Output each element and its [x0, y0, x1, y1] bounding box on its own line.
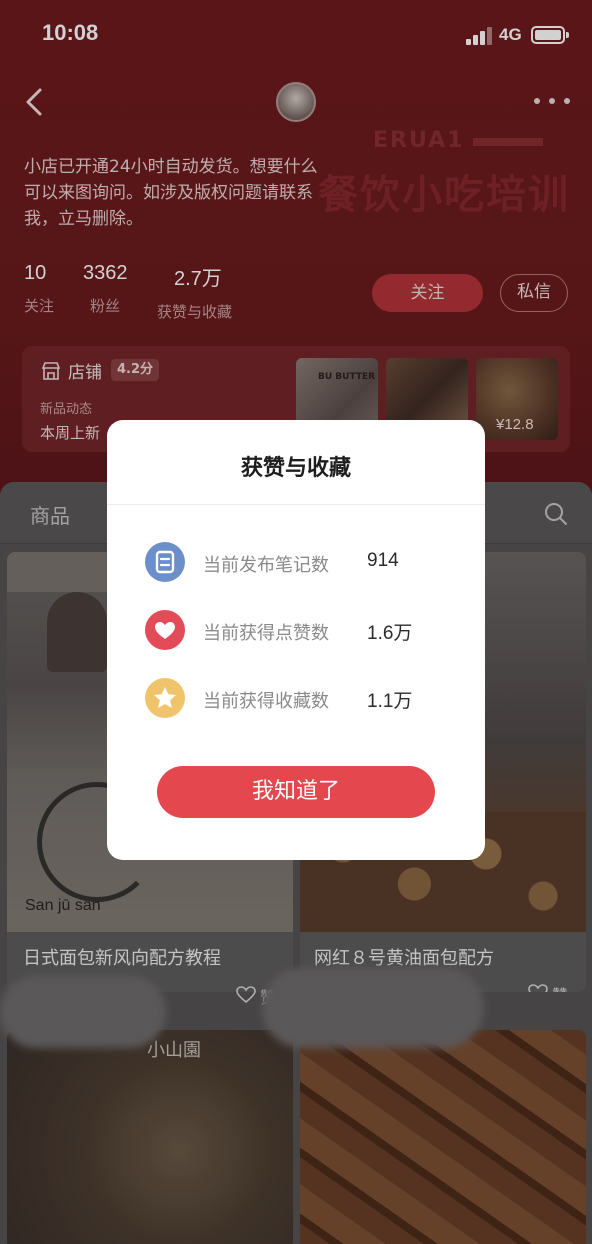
- stat-row-collects: 当前获得收藏数 1.1万: [145, 678, 465, 718]
- stat-row-value: 1.6万: [367, 623, 413, 644]
- stat-row-label: 当前获得点赞数: [203, 623, 329, 644]
- stat-row-value: 1.1万: [367, 691, 413, 712]
- stat-row-label: 当前获得收藏数: [203, 691, 329, 712]
- stat-row-label: 当前发布笔记数: [203, 555, 329, 576]
- likes-collects-dialog: 获赞与收藏 当前发布笔记数 914 当前获得点赞数 1.6万 当前获得收藏数 1…: [107, 420, 485, 860]
- stat-row-value: 914: [367, 550, 399, 571]
- dialog-title: 获赞与收藏: [240, 456, 351, 481]
- stat-row-likes: 当前获得点赞数 1.6万: [145, 610, 465, 650]
- notes-icon: [145, 542, 185, 582]
- stat-row-notes: 当前发布笔记数 914: [145, 542, 465, 582]
- star-icon: [145, 678, 185, 718]
- heart-icon: [145, 610, 185, 650]
- dialog-divider: [107, 504, 485, 505]
- got-it-button[interactable]: 我知道了: [157, 766, 435, 818]
